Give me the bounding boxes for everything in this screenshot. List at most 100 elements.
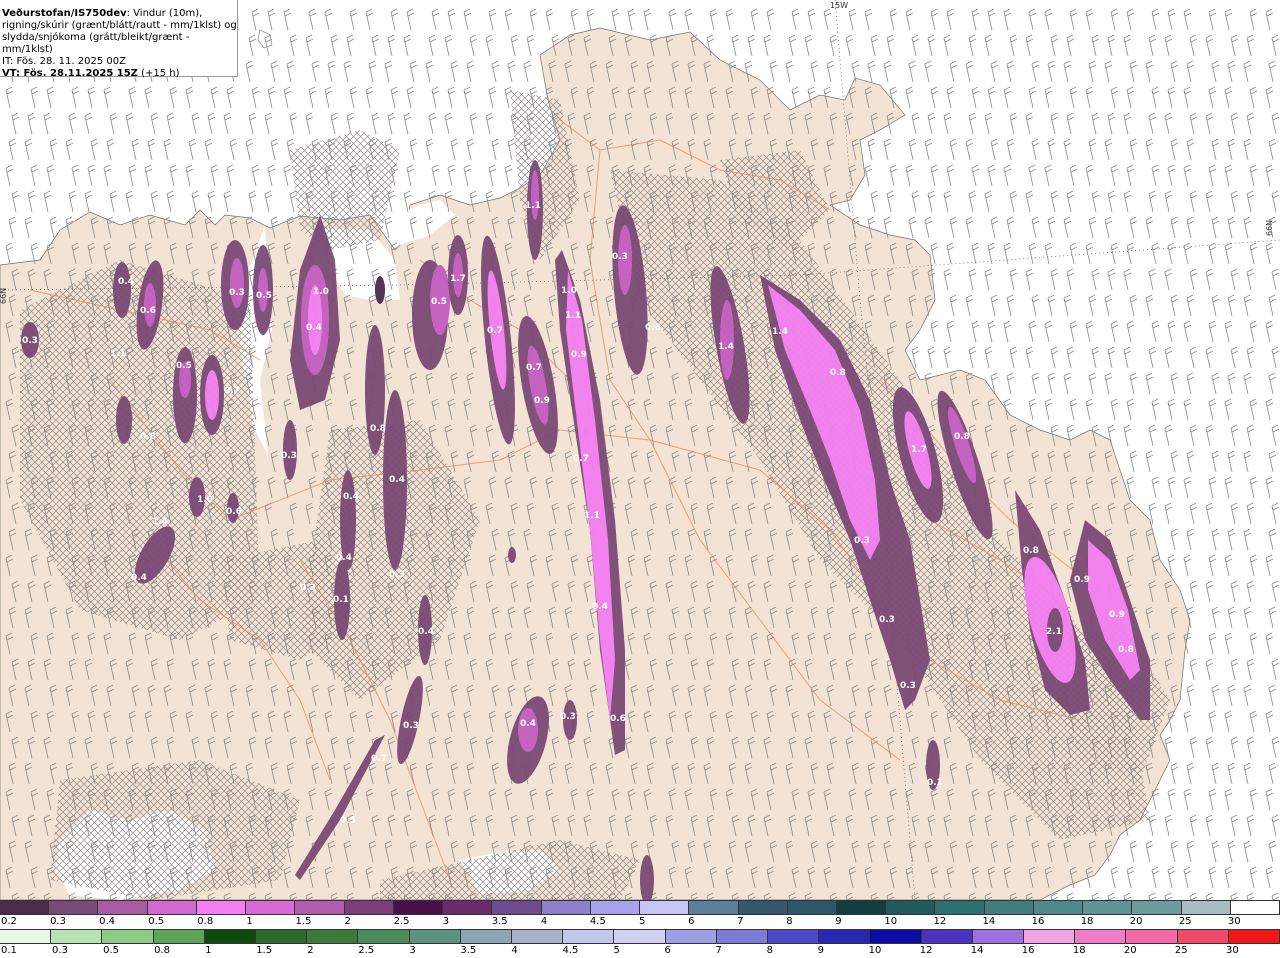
title-product: Veðurstofan/IS750dev: [2, 8, 127, 19]
title-variable: : Vindur (10m),: [126, 8, 203, 19]
precip-value: 0.5: [256, 291, 272, 301]
legend_snow-tick-label: 0.4: [99, 916, 116, 927]
precip-value: 0.3: [281, 451, 297, 461]
precip-value: 0.5: [431, 297, 447, 307]
legend_snow-swatch: [886, 901, 936, 914]
legend_snow-tick-label: 4: [540, 916, 548, 927]
legend_snow-tick-label: 25: [1178, 916, 1192, 927]
precip-value: 0.9: [571, 350, 587, 360]
legend_snow-tick-label: 3: [442, 916, 450, 927]
legend_rain-swatch: [1228, 930, 1280, 943]
legend_rain-swatch: [409, 930, 461, 943]
legend_rain-tick-label: 1: [205, 945, 212, 956]
legend_snow-tick-label: 2: [344, 916, 351, 927]
precip-value: 1.0: [313, 287, 329, 297]
legend_snow-swatch: [1083, 901, 1133, 914]
precip-value: 1.1: [110, 349, 126, 359]
forecast-lead: (+15 h): [137, 68, 180, 79]
precip-value: 0.3: [389, 570, 405, 580]
legend_rain-tick-label: 12: [919, 945, 933, 956]
title-line-snow: slydda/snjókoma (grátt/bleikt/grænt - mm…: [2, 32, 190, 55]
precip-value: 0.4: [131, 573, 147, 583]
legend_rain-tick-label: 3: [409, 945, 416, 956]
precip-value: 1.7: [450, 274, 466, 284]
legend_rain-tick-label: 20: [1123, 945, 1137, 956]
precip-value: 0.6: [226, 507, 242, 517]
precip-value: 0.3: [229, 288, 245, 298]
legend_rain-swatch: [256, 930, 308, 943]
legend_snow-swatch: [443, 901, 493, 914]
legend_snow-tick-label: 16: [1031, 916, 1045, 927]
precip-value: 0.3: [854, 536, 870, 546]
precip-value: 0.7: [573, 454, 589, 464]
precip-value: 0.4: [592, 602, 608, 612]
precip-value: 1.4: [718, 342, 734, 352]
precip-value: 1.1: [565, 311, 581, 321]
legend_snow-swatch: [393, 901, 444, 914]
legend_rain-swatch: [819, 930, 871, 943]
precip-value: 0.8: [1118, 645, 1134, 655]
precip-value: 0.3: [900, 681, 916, 691]
legend_snow-tick-label: 5: [639, 916, 646, 927]
legend_snow-swatch: [738, 901, 788, 914]
legend_rain-tick-label: 8: [766, 945, 773, 956]
legend_rain-tick-label: 10: [868, 945, 882, 956]
precip-value: 0.9: [1109, 610, 1125, 620]
precip-value: 1.4: [772, 327, 788, 337]
legend_rain-swatch: [614, 930, 666, 943]
precip-value: 0.4: [118, 277, 134, 287]
legend_rain-tick-label: 14: [970, 945, 984, 956]
legend_snow-swatch: [246, 901, 296, 914]
legend_rain-tick-label: 0.3: [52, 945, 68, 956]
legend_snow-tick-label: 9: [835, 916, 842, 927]
legend_rain-swatch: [460, 930, 513, 943]
precip-value: 0.3: [403, 721, 419, 731]
legend_snow-tick-label: 4.5: [589, 916, 606, 927]
precip-value: 1.0: [197, 495, 213, 505]
precip-value: 0.3: [612, 252, 628, 262]
valid-time: VT: Fös. 28.11.2025 15Z: [2, 68, 138, 79]
precip-value: 0.7: [371, 754, 387, 764]
legend_snow-tick-label: 0.8: [197, 916, 214, 927]
legend_snow-tick-label: 2.5: [393, 916, 410, 927]
legend_snow-swatch: [295, 901, 345, 914]
precip-value: 1.1: [525, 201, 541, 211]
precip-value: 0.6: [645, 323, 661, 333]
legend_rain-tick-label: 0.8: [154, 945, 171, 956]
legend_snow-swatch: [640, 901, 690, 914]
legend_rain-swatch: [921, 930, 973, 943]
legend_rain-tick-label: 2.5: [358, 945, 375, 956]
legend_snow-swatch: [1230, 901, 1280, 914]
title-line-rain: rigning/skúrir (grænt/blátt/rautt - mm/1…: [2, 20, 237, 31]
legend_rain-tick-label: 2: [307, 945, 314, 956]
precip-value: 0.3: [879, 615, 895, 625]
legend_snow-swatch: [344, 901, 394, 914]
precip-value: 0.8: [954, 432, 970, 442]
legend_rain-swatch: [204, 930, 257, 943]
legend_rain-tick-label: 0.5: [103, 945, 119, 956]
legend_rain-tick-label: 7: [715, 945, 722, 956]
precip-value: 0.7: [526, 363, 542, 373]
legend_rain-tick-label: 16: [1021, 945, 1035, 956]
precip-value: 0.8: [140, 432, 156, 442]
legend_snow-swatch: [492, 901, 542, 914]
precip-value: 0.4: [336, 553, 352, 563]
map-title-box: Veðurstofan/IS750dev: Vindur (10m), rign…: [0, 0, 238, 79]
legend_rain-tick-label: 9: [817, 945, 824, 956]
precip-value: 0.4: [306, 323, 322, 333]
legend_snow-tick-label: 0.2: [1, 916, 17, 927]
legend_snow-swatch: [1132, 901, 1182, 914]
precip-value: 0.1: [333, 595, 349, 605]
legend_rain-swatch: [1177, 930, 1229, 943]
legend_rain-swatch: [153, 930, 205, 943]
legend_rain-tick-label: 4.5: [562, 945, 579, 956]
legend_snow-tick-label: 14: [982, 916, 996, 927]
legend_snow-tick-label: 0.5: [148, 916, 165, 927]
legend_rain-tick-label: 25: [1174, 945, 1188, 956]
legend_rain-tick-label: 0.1: [1, 945, 17, 956]
precip-value: 1.7: [911, 445, 927, 455]
legend_rain-swatch: [1075, 930, 1127, 943]
legend_rain-tick-label: 4: [511, 945, 518, 956]
legend_snow-tick-label: 6: [688, 916, 695, 927]
precip-value: 1.0: [561, 286, 577, 296]
